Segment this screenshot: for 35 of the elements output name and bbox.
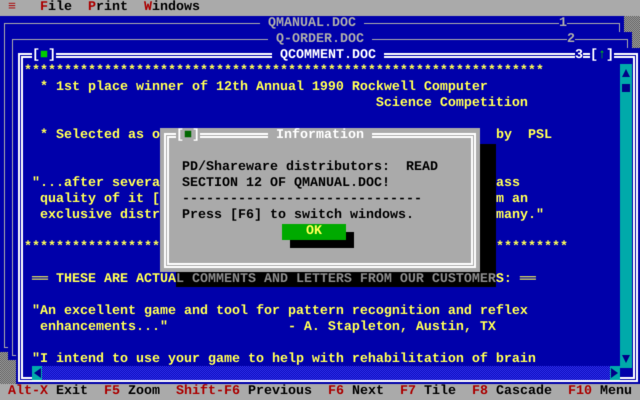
zoom-button[interactable]: [↑] <box>590 48 614 64</box>
dialog-text: Press [F6] to switch windows. <box>182 208 415 224</box>
vertical-scrollbar[interactable] <box>620 64 632 368</box>
document-text: "An excellent game and tool for pattern recognition and reflex <box>30 304 528 319</box>
document-text: * 1st place winner of 12th Annual 1990 Rockwell Computer <box>38 80 488 95</box>
window-title: QMANUAL.DOC <box>260 16 364 32</box>
dialog-text: ------------------------------ <box>182 192 423 208</box>
document-text: ══ THESE ARE ACTUA <box>30 272 176 287</box>
document-text: L COMMENTS AND LETTERS FROM OUR CUSTOMER <box>176 272 496 287</box>
document-text: ***************** <box>24 240 160 256</box>
document-text: ***************************************************************** <box>24 64 544 79</box>
document-text: enhancements..." - A. Stapleton, Austin, TX <box>38 320 496 335</box>
scroll-up-icon[interactable] <box>621 68 631 78</box>
document-text: "I intend to use your game to help with rehabilitation of brain <box>30 352 536 367</box>
scrollbar-thumb[interactable] <box>622 84 630 92</box>
dialog-text: PD/Shareware distributors: READ <box>182 160 438 176</box>
document-text: exclusive distr <box>38 208 160 224</box>
document-text: * Selected as o <box>38 128 160 144</box>
scroll-down-icon[interactable] <box>621 354 631 364</box>
document-text: quality of it [ <box>38 192 160 208</box>
document-text: S: ══ <box>496 272 536 287</box>
document-text: by PSL <box>496 128 552 144</box>
document-text: m an <box>496 192 528 208</box>
document-text: Science Competition <box>374 96 528 111</box>
document-text: many." <box>496 208 544 224</box>
window-title: QCOMMENT.DOC <box>272 48 384 64</box>
horizontal-scrollbar[interactable] <box>32 366 620 380</box>
dialog-text: SECTION 12 OF QMANUAL.DOC! <box>182 176 391 192</box>
scroll-right-icon[interactable] <box>610 366 620 380</box>
document-text: "...after severa <box>30 176 160 192</box>
close-button[interactable]: [■] <box>32 48 56 64</box>
document-text: ass <box>496 176 520 192</box>
document-text: ********* <box>496 240 568 256</box>
scroll-left-icon[interactable] <box>32 366 42 380</box>
window-title: Q-ORDER.DOC <box>268 32 372 48</box>
